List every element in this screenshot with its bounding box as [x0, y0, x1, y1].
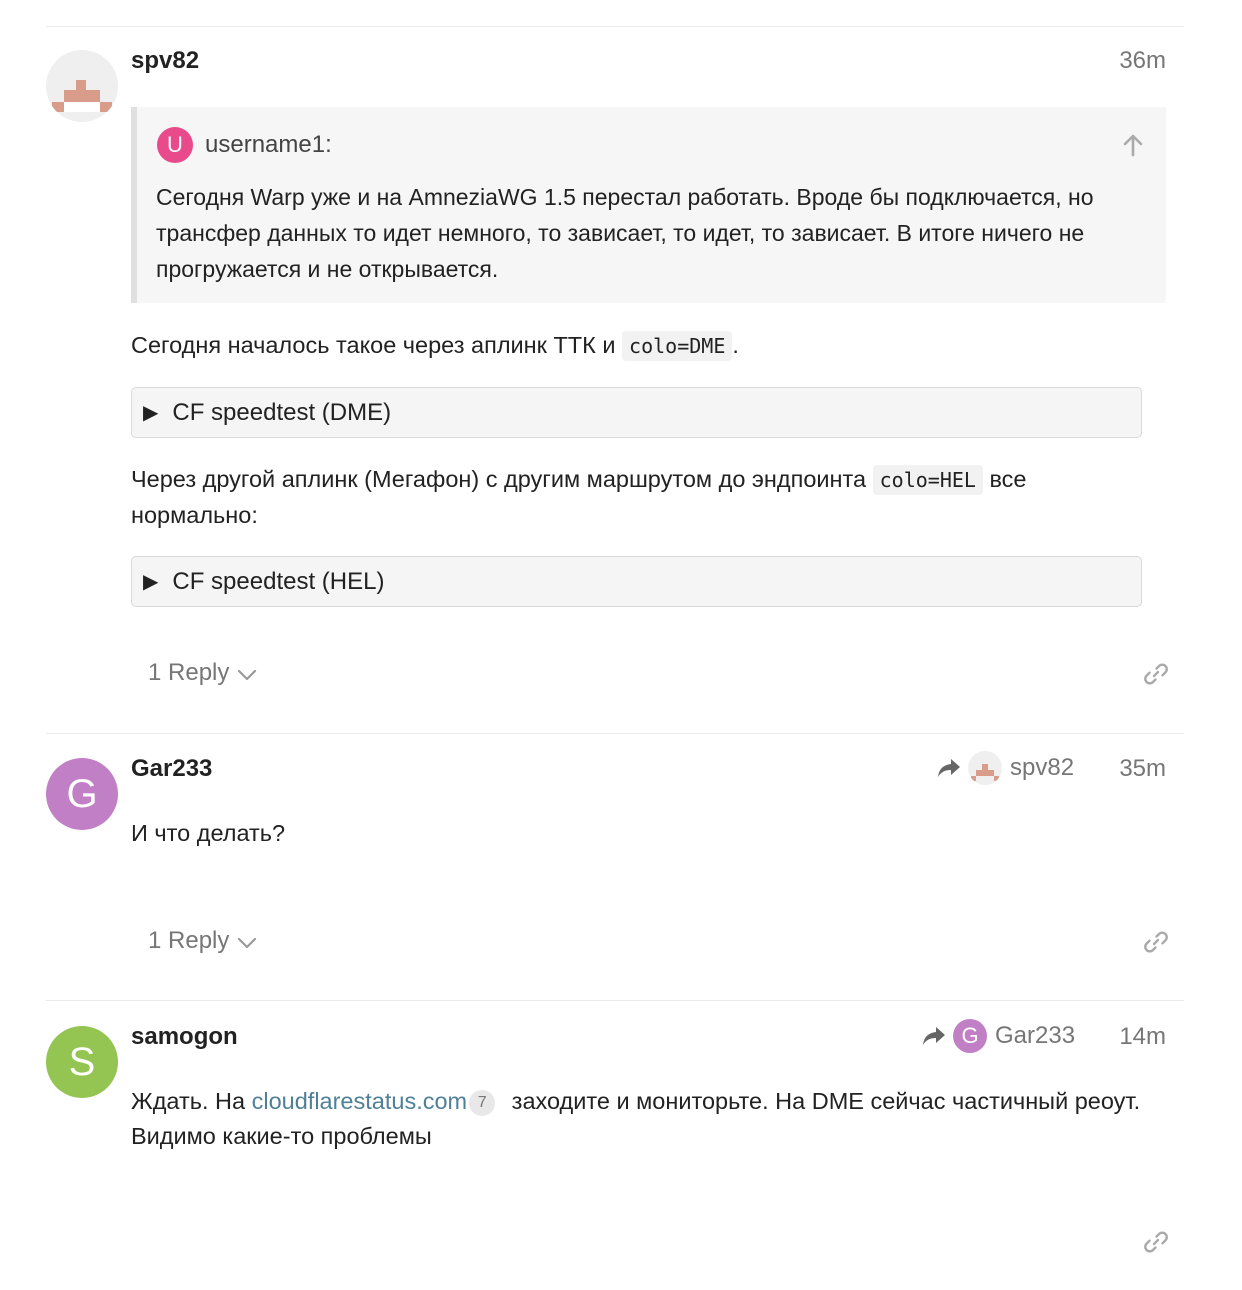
details-summary: CF speedtest (HEL) [172, 567, 385, 595]
post-text: И что делать? [131, 820, 286, 846]
inline-code: colo=HEL [872, 465, 983, 495]
post-divider [46, 26, 1184, 27]
avatar[interactable] [46, 50, 118, 122]
link-icon[interactable] [1143, 661, 1169, 687]
post-time[interactable]: 35m [1119, 755, 1166, 783]
details-summary: CF speedtest (DME) [172, 398, 392, 426]
post-username[interactable]: spv82 [131, 47, 199, 75]
post-username[interactable]: Gar233 [131, 755, 212, 783]
post-divider [46, 1000, 1184, 1001]
external-link[interactable]: cloudflarestatus.com [252, 1088, 468, 1114]
identicon-avatar-image [52, 80, 112, 112]
quote-avatar[interactable]: U [157, 127, 193, 163]
show-replies-button[interactable]: 1 Reply [148, 927, 257, 955]
replies-count: 1 Reply [148, 659, 230, 686]
post-time[interactable]: 36m [1119, 47, 1166, 75]
avatar[interactable]: S [46, 1026, 118, 1098]
triangle-right-icon: ▶ [143, 402, 159, 424]
avatar[interactable]: G [46, 758, 118, 830]
identicon-avatar-image [971, 764, 999, 781]
details-toggle[interactable]: ▶ CF speedtest (DME) [131, 387, 1142, 438]
quote-header: U username1: [157, 127, 332, 163]
post-time[interactable]: 14m [1119, 1023, 1166, 1051]
share-arrow-icon [923, 1027, 945, 1045]
post-paragraph: Через другой аплинк (Мегафон) с другим м… [131, 462, 1141, 533]
paragraph-text: Ждать. На [131, 1088, 252, 1114]
show-replies-button[interactable]: 1 Reply [148, 659, 257, 687]
post-username[interactable]: samogon [131, 1023, 238, 1051]
arrow-up-icon[interactable] [1122, 133, 1144, 157]
link-icon[interactable] [1143, 1229, 1169, 1255]
reply-to-avatar: G [953, 1019, 987, 1053]
post-paragraph: Сегодня началось такое через аплинк ТТК … [131, 328, 739, 364]
triangle-right-icon: ▶ [143, 571, 159, 593]
post-divider [46, 733, 1184, 734]
reply-to-avatar [968, 751, 1002, 785]
link-icon[interactable] [1143, 929, 1169, 955]
chevron-down-icon [238, 937, 257, 949]
share-arrow-icon [938, 759, 960, 777]
quote-text: Сегодня Warp уже и на AmneziaWG 1.5 пере… [156, 184, 1094, 282]
paragraph-text: Через другой аплинк (Мегафон) с другим м… [131, 466, 873, 492]
inline-code: colo=DME [622, 331, 733, 361]
link-click-count: 7 [469, 1089, 496, 1116]
chevron-down-icon [238, 669, 257, 681]
reply-to-username: spv82 [1010, 754, 1075, 781]
paragraph-text: . [732, 332, 739, 358]
quote-username: username1: [205, 131, 332, 158]
reply-to-tab[interactable]: G Gar233 [921, 1019, 1075, 1053]
quote-block: U username1: Сегодня Warp уже и на Amnez… [131, 107, 1166, 303]
reply-to-tab[interactable]: spv82 [936, 751, 1074, 785]
paragraph-text: Сегодня началось такое через аплинк ТТК … [131, 332, 623, 358]
post-text: Ждать. На cloudflarestatus.com 7 заходите… [131, 1084, 1171, 1154]
replies-count: 1 Reply [148, 927, 230, 954]
reply-to-username: Gar233 [995, 1022, 1076, 1049]
details-toggle[interactable]: ▶ CF speedtest (HEL) [131, 556, 1142, 607]
